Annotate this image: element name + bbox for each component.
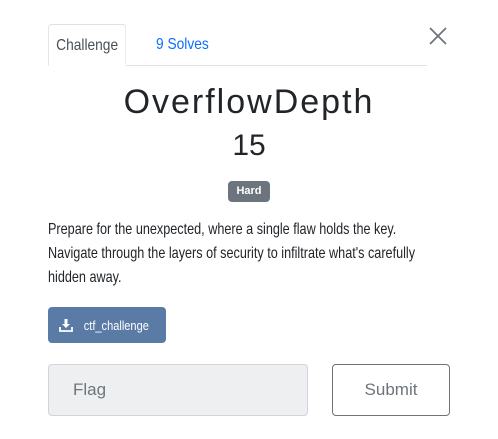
description-line: Navigate through the layers of security …: [48, 245, 416, 262]
download-file-button[interactable]: ctf_challenge: [48, 307, 166, 343]
tab-challenge[interactable]: Challenge: [48, 24, 127, 66]
description-line: hidden away.: [48, 269, 122, 286]
description-line: Prepare for the unexpected, where a sing…: [48, 221, 397, 238]
challenge-value: 15: [232, 129, 266, 162]
difficulty-badge: Hard: [228, 181, 270, 202]
download-icon: [59, 319, 74, 332]
badge-wrap: Hard: [0, 181, 498, 202]
challenge-tabs: Challenge 9 Solves: [48, 24, 427, 66]
close-icon: [429, 27, 447, 45]
challenge-description: Prepare for the unexpected, where a sing…: [48, 218, 443, 290]
flag-input[interactable]: [48, 364, 308, 416]
file-name: ctf_challenge: [83, 317, 150, 333]
close-button[interactable]: [426, 24, 450, 48]
challenge-name: OverflowDepth: [123, 83, 375, 121]
tab-solves[interactable]: 9 Solves: [156, 24, 216, 65]
submit-button[interactable]: Submit: [332, 364, 450, 416]
